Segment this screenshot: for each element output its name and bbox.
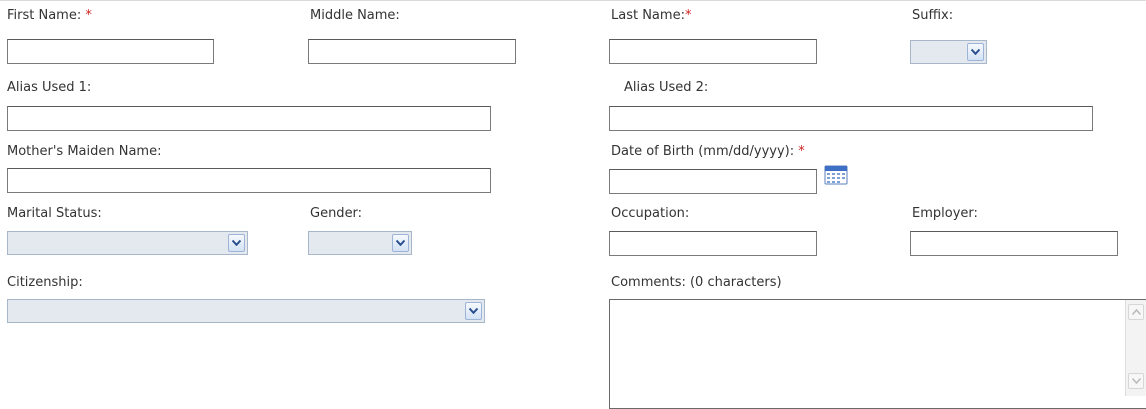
alias-1-label: Alias Used 1: xyxy=(7,80,92,95)
calendar-icon[interactable] xyxy=(824,165,848,185)
gender-label: Gender: xyxy=(310,206,363,221)
mothers-maiden-name-field[interactable] xyxy=(7,168,491,193)
alias-2-field[interactable] xyxy=(609,106,1093,131)
scroll-down-icon[interactable] xyxy=(1128,373,1144,389)
date-of-birth-label: Date of Birth (mm/dd/yyyy): * xyxy=(611,144,805,159)
top-divider xyxy=(0,0,1146,1)
comments-textarea[interactable] xyxy=(609,299,1146,409)
citizenship-label: Citizenship: xyxy=(7,275,83,290)
marital-status-label: Marital Status: xyxy=(7,206,102,221)
marital-status-select[interactable] xyxy=(7,231,248,255)
gender-select[interactable] xyxy=(308,231,412,255)
middle-name-field[interactable] xyxy=(308,39,516,64)
middle-name-label: Middle Name: xyxy=(310,8,400,23)
chevron-down-icon[interactable] xyxy=(392,234,409,252)
chevron-down-icon[interactable] xyxy=(228,234,245,252)
citizenship-select[interactable] xyxy=(7,299,485,323)
employer-label: Employer: xyxy=(912,206,978,221)
last-name-label: Last Name:* xyxy=(611,8,692,23)
first-name-field[interactable] xyxy=(7,39,214,64)
alias-1-field[interactable] xyxy=(7,106,491,131)
date-of-birth-field[interactable] xyxy=(609,169,817,194)
occupation-field[interactable] xyxy=(609,231,817,256)
employer-field[interactable] xyxy=(910,231,1118,256)
comments-scrollbar[interactable] xyxy=(1125,300,1146,396)
first-name-required-mark: * xyxy=(85,8,92,23)
chevron-down-icon[interactable] xyxy=(967,43,984,61)
suffix-label: Suffix: xyxy=(912,8,954,23)
mothers-maiden-name-label: Mother's Maiden Name: xyxy=(7,144,162,159)
suffix-select[interactable] xyxy=(910,40,987,64)
comments-label: Comments: (0 characters) xyxy=(611,275,782,290)
date-of-birth-required-mark: * xyxy=(798,144,805,159)
occupation-label: Occupation: xyxy=(611,206,690,221)
scroll-up-icon[interactable] xyxy=(1128,304,1144,320)
alias-2-label: Alias Used 2: xyxy=(624,80,709,95)
last-name-required-mark: * xyxy=(684,8,692,23)
first-name-label: First Name: * xyxy=(7,8,92,23)
chevron-down-icon[interactable] xyxy=(465,302,482,320)
last-name-field[interactable] xyxy=(609,39,817,64)
